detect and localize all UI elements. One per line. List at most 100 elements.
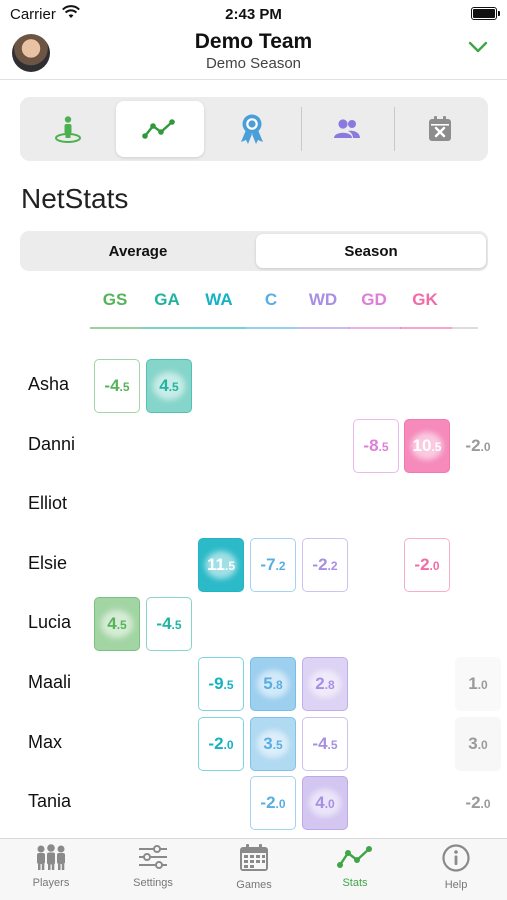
- nav-games[interactable]: Games: [214, 843, 294, 899]
- position-underline: [246, 327, 298, 329]
- stat-cell[interactable]: 5.8: [250, 657, 296, 711]
- stat-cell[interactable]: 4.5: [94, 597, 140, 652]
- stat-cell[interactable]: 10.5: [404, 418, 450, 473]
- stat-value-whole: 4: [315, 793, 325, 813]
- player-name[interactable]: Tania: [28, 791, 88, 812]
- stat-value-decimal: .5: [168, 380, 179, 394]
- stat-value-decimal: .5: [119, 380, 130, 394]
- stat-cell[interactable]: -4.5: [302, 716, 348, 771]
- nav-label: Players: [32, 877, 70, 889]
- nav-stats[interactable]: Stats: [315, 843, 395, 899]
- position-underline: [400, 327, 452, 329]
- position-label-wd: WD: [308, 290, 338, 309]
- stat-value-whole: -2: [260, 793, 276, 813]
- stat-value-decimal: .0: [275, 797, 286, 812]
- stat-value-whole: 3: [468, 733, 478, 753]
- stat-cell[interactable]: 3.5: [250, 716, 296, 771]
- stat-cell[interactable]: 11.5: [198, 537, 244, 592]
- stat-cell[interactable]: -2.0: [455, 776, 501, 830]
- calendar-remove-icon: [429, 116, 451, 141]
- stat-value-decimal: .0: [480, 797, 491, 812]
- stat-value-decimal: .0: [223, 737, 234, 752]
- position-underline: [349, 327, 401, 329]
- player-name[interactable]: Danni: [28, 434, 88, 455]
- status-bar: Carrier 2:43 PM: [0, 0, 507, 28]
- stat-value-whole: -2: [208, 733, 224, 753]
- stat-value-whole: 1: [468, 674, 478, 693]
- stat-cell[interactable]: -7.2: [250, 537, 296, 592]
- nav-help[interactable]: Help: [416, 843, 496, 899]
- position-label-wa: WA: [205, 290, 233, 309]
- stat-value-whole: -4: [104, 376, 120, 395]
- page-title: NetStats: [21, 183, 129, 214]
- player-on-court-icon: [55, 116, 81, 143]
- nav-label: Help: [444, 879, 468, 891]
- stat-value-decimal: .5: [224, 558, 235, 573]
- stat-cell[interactable]: -9.5: [198, 657, 244, 711]
- stat-cell[interactable]: 4.0: [302, 776, 348, 831]
- stat-value-whole: -2: [312, 554, 328, 574]
- tab-awards[interactable]: [208, 101, 296, 157]
- stat-cell[interactable]: -8.5: [353, 418, 399, 473]
- stat-value-whole: -2: [465, 793, 481, 813]
- tab-team[interactable]: [303, 101, 391, 157]
- stat-cell[interactable]: -2.0: [198, 716, 244, 771]
- stat-cell[interactable]: -4.5: [94, 359, 140, 413]
- player-name[interactable]: Max: [28, 732, 88, 753]
- stat-cell[interactable]: -2.0: [250, 776, 296, 831]
- stat-cell[interactable]: -2.2: [302, 537, 348, 592]
- nav-players[interactable]: Players: [11, 843, 91, 899]
- tab-netstats[interactable]: [116, 101, 204, 157]
- stat-cell[interactable]: 3.0: [455, 716, 501, 771]
- games-icon: [240, 844, 268, 871]
- player-name[interactable]: Maali: [28, 672, 88, 693]
- stat-value-whole: -8: [363, 435, 379, 455]
- stat-cell[interactable]: -2.0: [455, 419, 501, 473]
- stat-value-decimal: .5: [116, 618, 127, 633]
- stat-value-whole: 3: [263, 733, 273, 753]
- stat-value-decimal: .0: [477, 737, 488, 752]
- stat-value-whole: 4: [107, 614, 117, 634]
- stat-value-decimal: .0: [480, 439, 491, 454]
- stat-cell[interactable]: 4.5: [146, 359, 192, 413]
- position-label-gd: GD: [361, 290, 387, 309]
- team-people-icon: [334, 119, 360, 138]
- toggle-season[interactable]: Season: [256, 234, 486, 268]
- chevron-down-icon[interactable]: [467, 40, 489, 54]
- team-title: Demo Team: [194, 30, 313, 53]
- stat-cell[interactable]: 2.8: [302, 657, 348, 711]
- position-label-gk: GK: [412, 290, 438, 309]
- position-underline: [142, 327, 194, 329]
- stat-cell[interactable]: -4.5: [146, 597, 192, 652]
- clock: 2:43 PM: [225, 6, 282, 23]
- position-label-gs: GS: [102, 290, 128, 309]
- player-name[interactable]: Lucia: [28, 612, 88, 633]
- stat-value-decimal: .0: [324, 797, 335, 812]
- bottom-tab-bar: Players Settings Games Stats Help: [0, 838, 507, 900]
- season-subtitle: Demo Season: [205, 55, 302, 72]
- nav-label: Settings: [133, 877, 173, 889]
- tab-player-stats[interactable]: [24, 101, 112, 157]
- stat-value-decimal: .0: [477, 678, 488, 692]
- tab-game-schedule[interactable]: [396, 101, 484, 157]
- position-underline: [452, 327, 478, 329]
- player-name[interactable]: Asha: [28, 374, 88, 395]
- position-underline: [298, 327, 350, 329]
- stat-value-whole: -7: [260, 554, 276, 574]
- team-header[interactable]: Demo Team Demo Season: [0, 28, 507, 80]
- stat-cell[interactable]: 1.0: [455, 657, 501, 711]
- stat-value-whole: -2: [465, 435, 481, 455]
- stat-value-whole: -4: [312, 733, 328, 753]
- stat-value-whole: 11: [207, 554, 225, 574]
- position-label-c: C: [264, 290, 278, 309]
- stat-cell[interactable]: -2.0: [404, 537, 450, 592]
- player-name[interactable]: Elsie: [28, 553, 88, 574]
- stat-value-decimal: .5: [431, 439, 442, 454]
- stat-value-decimal: .0: [429, 558, 440, 573]
- player-name[interactable]: Elliot: [28, 493, 88, 514]
- nav-label: Stats: [342, 877, 368, 889]
- nav-settings[interactable]: Settings: [113, 843, 193, 899]
- stat-value-whole: -9: [208, 674, 224, 693]
- toggle-average[interactable]: Average: [23, 234, 253, 268]
- stat-value-decimal: .2: [327, 558, 338, 573]
